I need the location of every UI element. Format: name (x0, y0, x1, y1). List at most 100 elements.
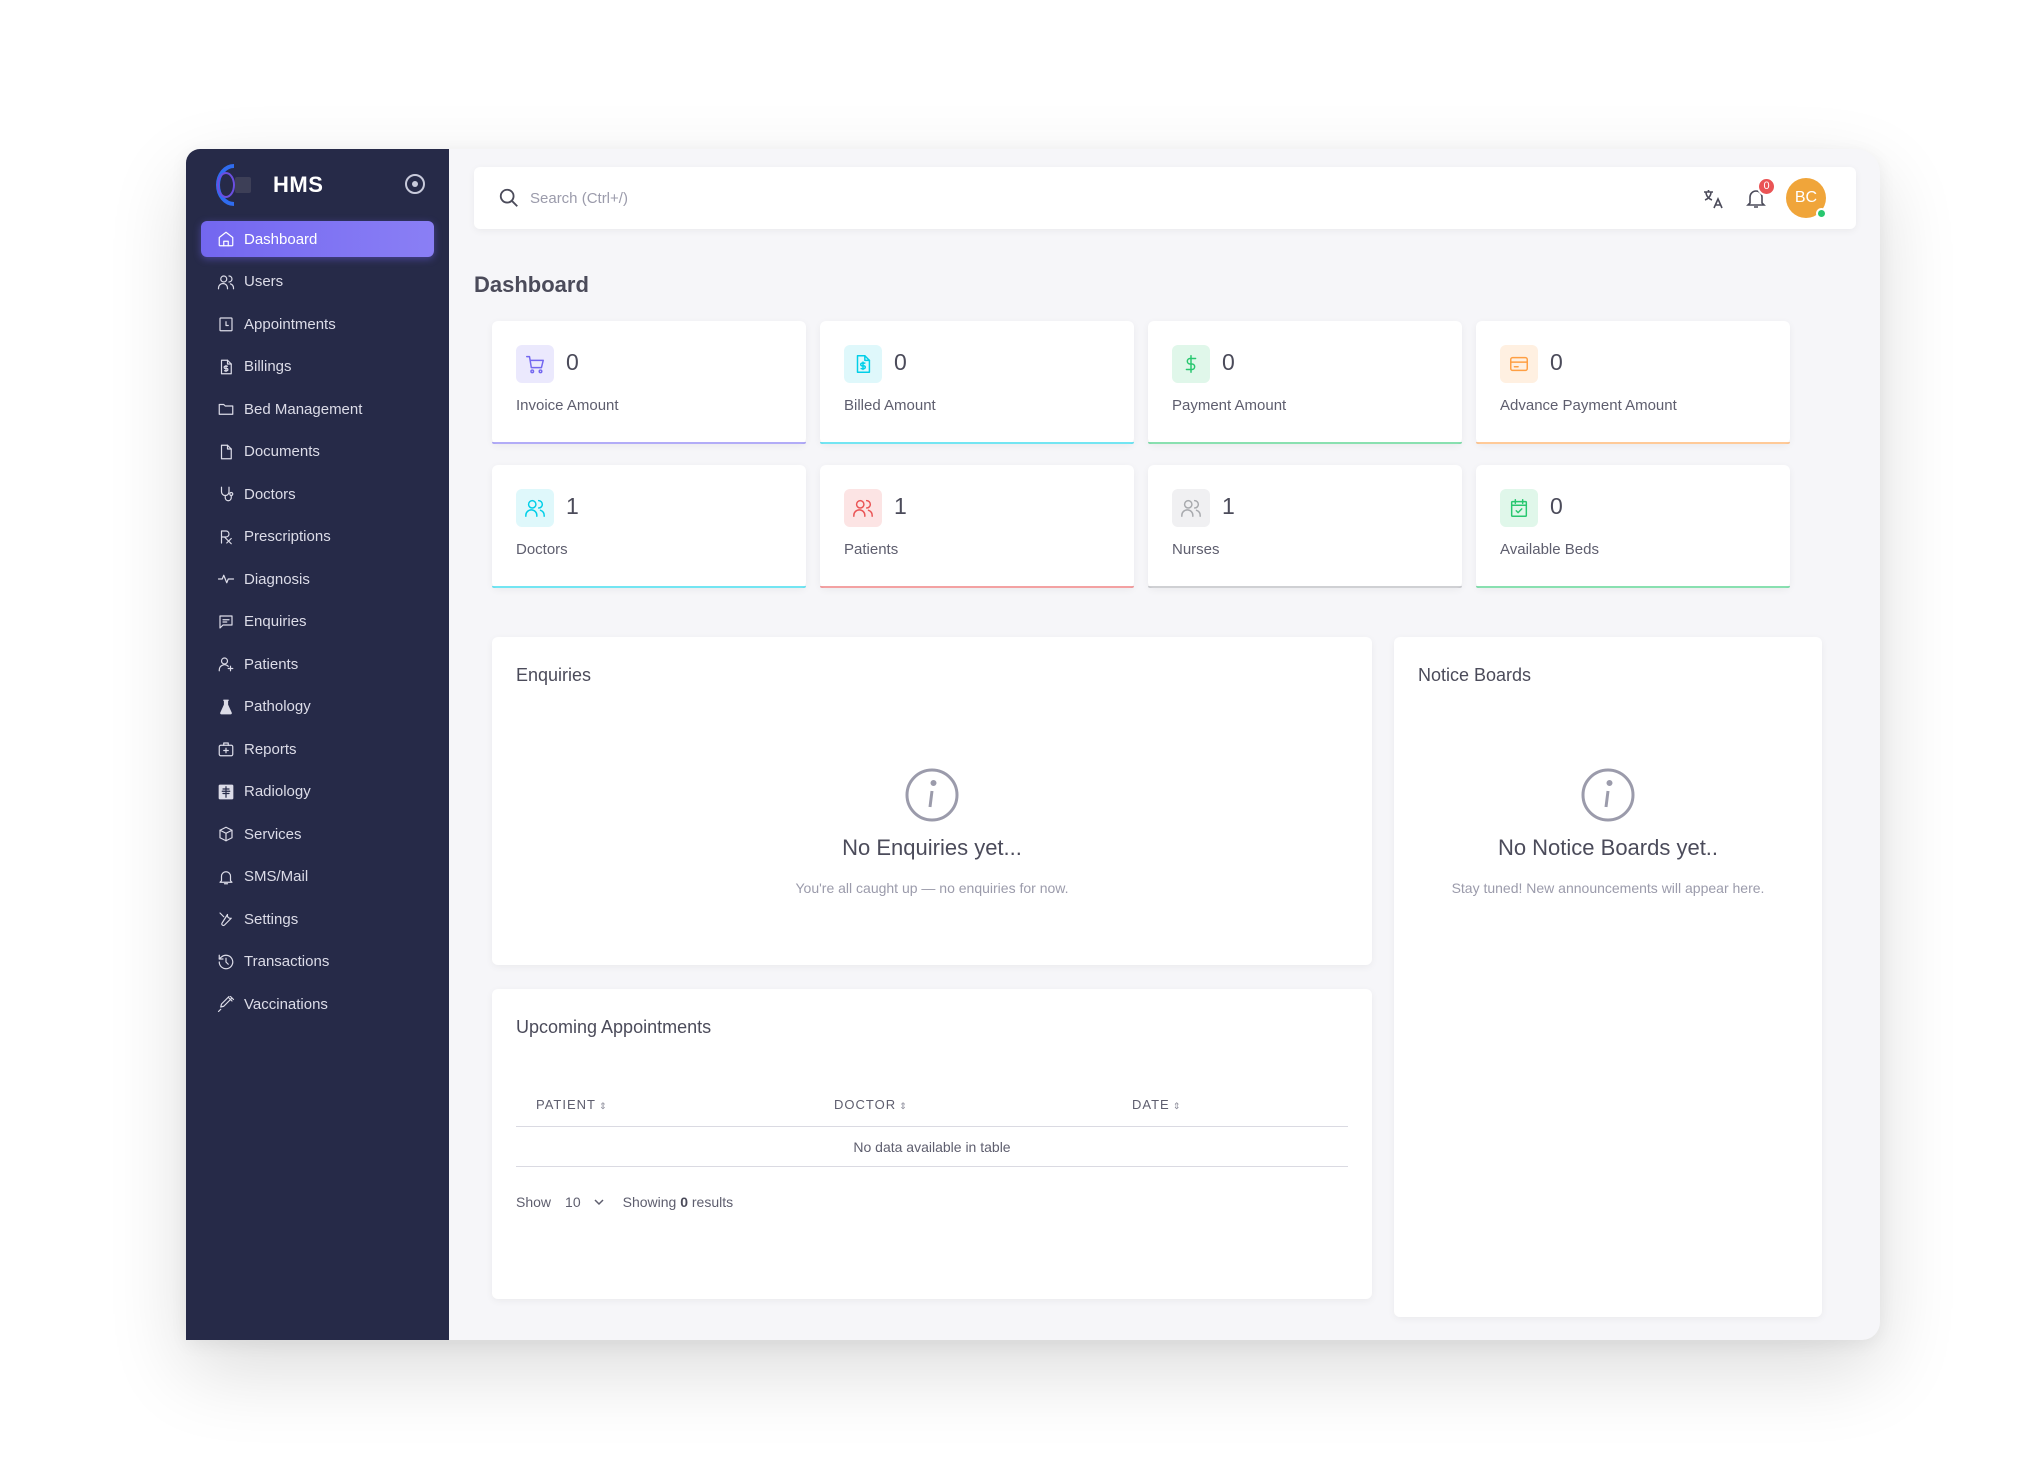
sidebar-item-patients[interactable]: Patients (201, 646, 434, 682)
brand[interactable]: HMS (210, 159, 430, 211)
users-icon (853, 499, 873, 517)
sidebar-item-appointments[interactable]: Appointments (201, 306, 434, 342)
message-icon (219, 614, 233, 629)
sort-icon: ⇕ (899, 1101, 908, 1111)
stat-icon-badge (844, 345, 882, 383)
sidebar-item-enquiries[interactable]: Enquiries (201, 604, 434, 640)
sidebar-item-transactions[interactable]: Transactions (201, 944, 434, 980)
sidebar-item-label: Documents (244, 443, 320, 460)
sidebar-item-doctors[interactable]: Doctors (201, 476, 434, 512)
stat-value: 0 (566, 349, 579, 375)
sidebar-item-reports[interactable]: Reports (201, 731, 434, 767)
translate-icon[interactable] (1701, 187, 1725, 211)
stat-card-nurses[interactable]: 1 Nurses (1148, 465, 1462, 588)
sidebar-item-label: Enquiries (244, 613, 307, 630)
sidebar-item-vaccinations[interactable]: Vaccinations (201, 986, 434, 1022)
stat-value: 1 (566, 493, 579, 519)
stat-value: 1 (1222, 493, 1235, 519)
users-icon (525, 499, 545, 517)
stat-card-invoice-amount[interactable]: 0 Invoice Amount (492, 321, 806, 444)
sort-icon: ⇕ (598, 1101, 608, 1111)
sidebar-item-users[interactable]: Users (201, 264, 434, 300)
sidebar-item-prescriptions[interactable]: Prescriptions (201, 519, 434, 555)
sidebar-item-bed-management[interactable]: Bed Management (201, 391, 434, 427)
sidebar-item-label: Bed Management (244, 400, 363, 418)
stat-label: Invoice Amount (516, 397, 619, 414)
stat-accent-line (1476, 442, 1790, 444)
stat-accent-line (1476, 586, 1790, 588)
table-header: PATIENT ⇕ DOCTOR ⇕ DATE ⇕ (516, 1087, 1348, 1127)
sidebar-item-documents[interactable]: Documents (201, 434, 434, 470)
stat-icon-badge (1500, 345, 1538, 383)
sidebar-item-label: Appointments (244, 315, 336, 333)
sidebar-item-label: Vaccinations (244, 995, 328, 1013)
sidebar-item-billings[interactable]: Billings (201, 349, 434, 385)
stat-value: 0 (1550, 493, 1563, 519)
users-icon (1181, 499, 1201, 517)
card-title: Upcoming Appointments (516, 1017, 712, 1037)
sidebar-item-label: Doctors (244, 485, 296, 503)
stat-label: Billed Amount (844, 397, 936, 414)
stat-card-payment-amount[interactable]: 0 Payment Amount (1148, 321, 1462, 444)
show-label: Show (516, 1194, 552, 1210)
sidebar-item-radiology[interactable]: Radiology (201, 774, 434, 810)
stat-value: 1 (894, 493, 907, 519)
sidebar-item-settings[interactable]: Settings (201, 901, 434, 937)
stat-label: Available Beds (1500, 541, 1599, 558)
app-logo (210, 160, 251, 210)
stat-value: 0 (894, 349, 907, 375)
stat-card-available-beds[interactable]: 0 Available Beds (1476, 465, 1790, 588)
user-plus-icon (218, 657, 234, 672)
stat-icon-badge (844, 489, 882, 527)
wrench-icon (219, 912, 232, 927)
flask-icon (220, 699, 232, 714)
sidebar-item-sms-mail[interactable]: SMS/Mail (201, 859, 434, 895)
sort-icon: ⇕ (1172, 1101, 1182, 1111)
sidebar-item-label: Settings (244, 910, 299, 928)
calendar-check-icon (1510, 499, 1528, 517)
chevron-down-icon (594, 1199, 604, 1206)
stat-card-doctors[interactable]: 1 Doctors (492, 465, 806, 588)
stat-accent-line (1148, 442, 1462, 444)
calendar-icon (219, 317, 233, 332)
stat-label: Patients (844, 541, 899, 558)
upcoming-appointments-card: Upcoming Appointments PATIENT ⇕ DOCTOR ⇕ D… (492, 989, 1372, 1299)
card-title: Enquiries (516, 665, 592, 685)
sidebar-item-dashboard[interactable]: Dashboard (201, 221, 434, 257)
stat-card-billed-amount[interactable]: 0 Billed Amount (820, 321, 1134, 444)
empty-state-subtitle: You're all caught up — no enquiries for … (795, 880, 1069, 896)
notice-boards-card: Notice Boards No Notice Boards yet.. Sta… (1394, 637, 1822, 1317)
app-window: HMS Dashboard Users Appointments Billings Be… (186, 149, 1880, 1340)
users-icon (217, 274, 235, 289)
stat-label: Advance Payment Amount (1500, 397, 1677, 414)
syringe-icon (217, 995, 235, 1013)
folder-icon (218, 403, 234, 415)
sidebar-toggle-icon[interactable] (405, 174, 425, 194)
box-icon (219, 826, 233, 842)
column-header-patient[interactable]: PATIENT ⇕ (536, 1097, 608, 1112)
stat-icon-badge (1172, 345, 1210, 383)
page-size-value: 10 (565, 1194, 581, 1210)
table-empty-message: No data available in table (516, 1127, 1348, 1167)
search-input[interactable] (530, 183, 1030, 213)
cart-icon (526, 355, 544, 374)
sidebar-item-services[interactable]: Services (201, 816, 434, 852)
column-header-doctor[interactable]: DOCTOR ⇕ (834, 1097, 908, 1112)
stat-card-advance-payment-amount[interactable]: 0 Advance Payment Amount (1476, 321, 1790, 444)
prescription-icon (220, 529, 232, 544)
file-dollar-icon (856, 355, 871, 373)
column-label: DATE (1132, 1097, 1170, 1112)
showing-count: 0 (680, 1194, 688, 1210)
notification-badge: 0 (1757, 177, 1776, 196)
column-header-date[interactable]: DATE ⇕ (1132, 1097, 1181, 1112)
sidebar-item-label: Billings (244, 358, 292, 375)
sidebar-item-diagnosis[interactable]: Diagnosis (201, 561, 434, 597)
empty-state-title: No Notice Boards yet.. (1497, 835, 1719, 860)
enquiries-card: Enquiries No Enquiries yet... You're all… (492, 637, 1372, 965)
stat-value: 0 (1550, 349, 1563, 375)
page-size-select[interactable]: 10 (565, 1194, 605, 1210)
stat-card-patients[interactable]: 1 Patients (820, 465, 1134, 588)
sidebar-item-pathology[interactable]: Pathology (201, 689, 434, 725)
top-bar: 0 BC (474, 167, 1856, 229)
online-status-dot (1816, 208, 1827, 219)
